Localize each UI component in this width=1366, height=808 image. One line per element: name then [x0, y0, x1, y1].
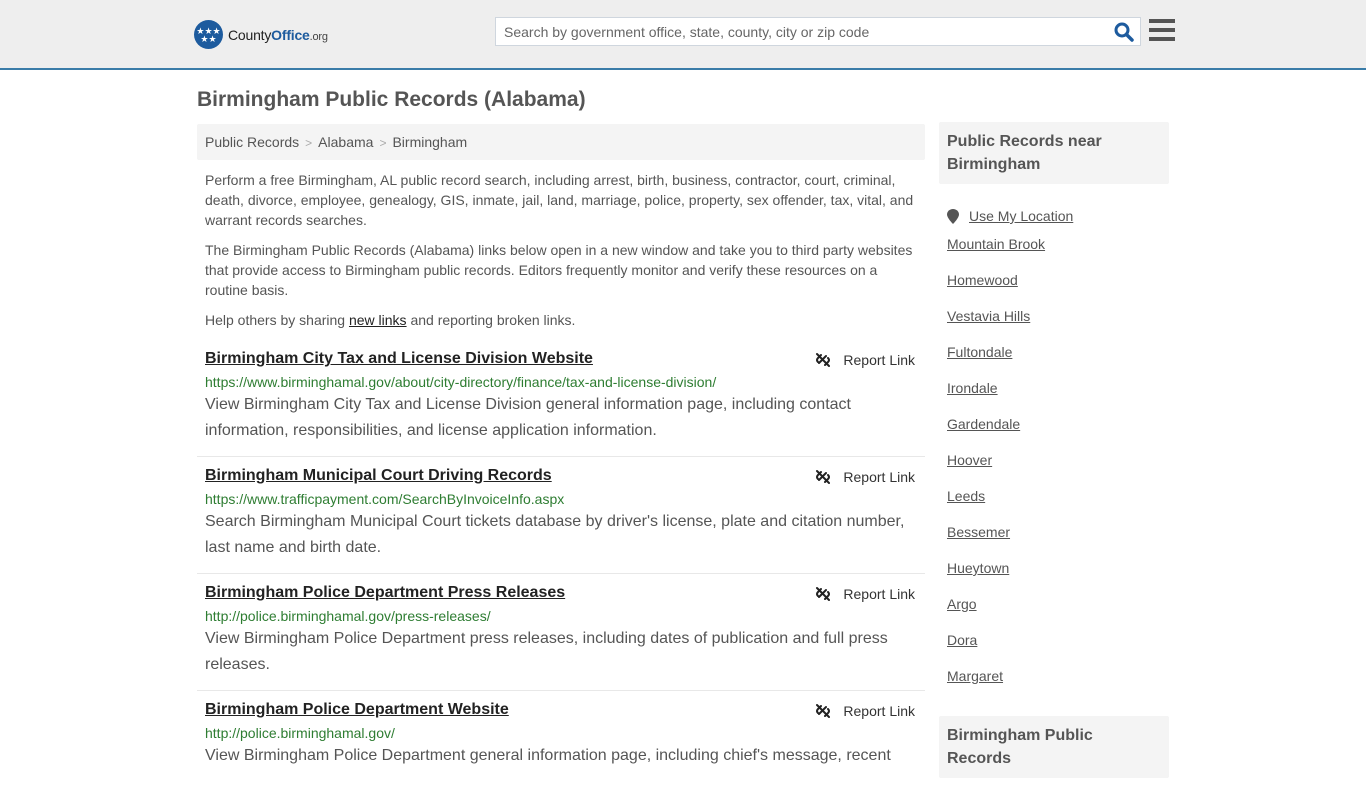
nearby-place-link[interactable]: Hueytown: [947, 558, 1161, 594]
nearby-place-link[interactable]: Dora: [947, 630, 1161, 666]
record-title-link[interactable]: Birmingham Police Department Press Relea…: [205, 584, 565, 602]
logo-text: CountyOffice.org: [228, 26, 328, 43]
record-description: View Birmingham Police Department genera…: [205, 747, 891, 764]
nearby-place-link[interactable]: Irondale: [947, 378, 1161, 414]
report-link-button[interactable]: Report Link: [815, 469, 915, 485]
nearby-list: Use My Location Mountain Brook Homewood …: [939, 184, 1169, 702]
record-url: https://www.birminghamal.gov/about/city-…: [205, 374, 717, 390]
page-title: Birmingham Public Records (Alabama): [197, 88, 586, 111]
record-url: http://police.birminghamal.gov/: [205, 725, 395, 741]
nearby-heading: Public Records near Birmingham: [939, 122, 1169, 184]
broken-link-icon: [816, 587, 831, 601]
record-item: Birmingham City Tax and License Division…: [197, 340, 925, 457]
new-links-link[interactable]: new links: [349, 312, 407, 328]
breadcrumb-birmingham[interactable]: Birmingham: [392, 134, 467, 150]
site-header: ★★★ ★★ CountyOffice.org: [0, 0, 1366, 70]
breadcrumb-public-records[interactable]: Public Records: [205, 134, 299, 150]
nearby-place-link[interactable]: Homewood: [947, 270, 1161, 306]
nearby-place-link[interactable]: Gardendale: [947, 414, 1161, 450]
breadcrumb: Public Records > Alabama > Birmingham: [197, 124, 925, 160]
nearby-place-link[interactable]: Bessemer: [947, 522, 1161, 558]
report-link-button[interactable]: Report Link: [815, 586, 915, 602]
record-url: https://www.trafficpayment.com/SearchByI…: [205, 491, 565, 507]
nearby-place-link[interactable]: Fultondale: [947, 342, 1161, 378]
breadcrumb-separator: >: [305, 136, 313, 150]
record-title-link[interactable]: Birmingham Police Department Website: [205, 701, 509, 719]
record-item: Birmingham Police Department Website Rep…: [197, 691, 925, 808]
use-my-location-link[interactable]: Use My Location: [947, 198, 1161, 234]
eagle-logo-icon: ★★★ ★★: [194, 20, 223, 49]
record-url: http://police.birminghamal.gov/press-rel…: [205, 608, 491, 624]
intro-paragraph-1: Perform a free Birmingham, AL public rec…: [205, 172, 914, 228]
broken-link-icon: [816, 470, 831, 484]
records-list: Birmingham City Tax and License Division…: [197, 340, 925, 808]
nearby-place-link[interactable]: Mountain Brook: [947, 234, 1161, 270]
search-box: [495, 17, 1141, 46]
report-link-button[interactable]: Report Link: [815, 352, 915, 368]
broken-link-icon: [816, 353, 831, 367]
record-title-link[interactable]: Birmingham City Tax and License Division…: [205, 350, 593, 368]
breadcrumb-separator: >: [379, 136, 387, 150]
intro-paragraph-3: Help others by sharing new links and rep…: [205, 312, 576, 328]
search-input[interactable]: [496, 18, 1096, 45]
record-title-link[interactable]: Birmingham Municipal Court Driving Recor…: [205, 467, 552, 485]
record-item: Birmingham Police Department Press Relea…: [197, 574, 925, 691]
intro-paragraph-2: The Birmingham Public Records (Alabama) …: [205, 242, 913, 298]
site-logo[interactable]: ★★★ ★★ CountyOffice.org: [194, 20, 328, 49]
nearby-place-link[interactable]: Leeds: [947, 486, 1161, 522]
report-link-button[interactable]: Report Link: [815, 703, 915, 719]
nearby-place-link[interactable]: Margaret: [947, 666, 1161, 702]
broken-link-icon: [816, 704, 831, 718]
record-item: Birmingham Municipal Court Driving Recor…: [197, 457, 925, 574]
search-icon[interactable]: [1114, 22, 1134, 42]
record-description: View Birmingham Police Department press …: [205, 630, 888, 673]
nearby-place-link[interactable]: Argo: [947, 594, 1161, 630]
breadcrumb-alabama[interactable]: Alabama: [318, 134, 373, 150]
nearby-place-link[interactable]: Vestavia Hills: [947, 306, 1161, 342]
record-description: View Birmingham City Tax and License Div…: [205, 396, 851, 439]
map-pin-icon: [947, 208, 959, 224]
record-description: Search Birmingham Municipal Court ticket…: [205, 513, 905, 556]
birmingham-records-heading: Birmingham Public Records: [939, 716, 1169, 778]
hamburger-menu-icon[interactable]: [1149, 19, 1175, 43]
intro-text: Perform a free Birmingham, AL public rec…: [205, 170, 917, 340]
nearby-place-link[interactable]: Hoover: [947, 450, 1161, 486]
sidebar: Public Records near Birmingham Use My Lo…: [939, 122, 1169, 778]
